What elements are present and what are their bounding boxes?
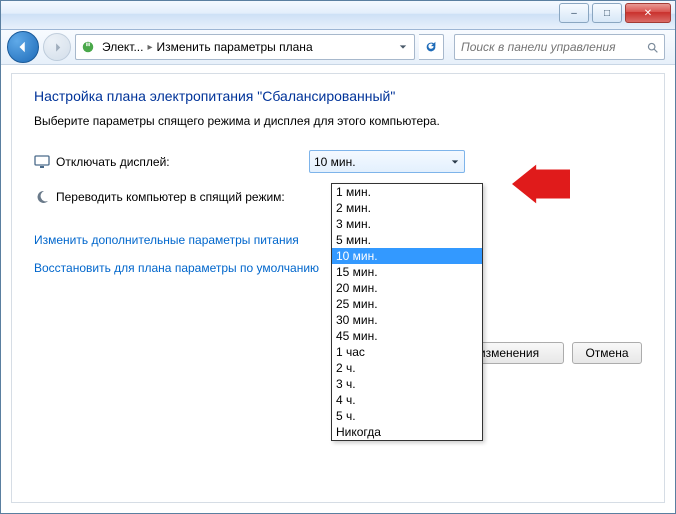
titlebar: – □ ✕ xyxy=(1,1,675,30)
annotation-red-arrow xyxy=(512,164,570,207)
cancel-button[interactable]: Отмена xyxy=(572,342,642,364)
chevron-down-icon xyxy=(451,158,459,166)
chevron-down-icon xyxy=(399,43,407,51)
address-dropdown-button[interactable] xyxy=(396,36,410,58)
address-bar[interactable]: Элект... ▸ Изменить параметры плана xyxy=(75,34,415,60)
dropdown-option[interactable]: 4 ч. xyxy=(332,392,482,408)
power-plug-icon xyxy=(80,39,96,55)
navigation-bar: Элект... ▸ Изменить параметры плана xyxy=(1,30,675,65)
dropdown-option[interactable]: 2 мин. xyxy=(332,200,482,216)
dropdown-option[interactable]: 15 мин. xyxy=(332,264,482,280)
dropdown-option[interactable]: 3 ч. xyxy=(332,376,482,392)
arrow-right-icon xyxy=(52,42,63,53)
label-display-off: Отключать дисплей: xyxy=(34,154,309,170)
maximize-button[interactable]: □ xyxy=(592,3,622,23)
page-title: Настройка плана электропитания "Сбаланси… xyxy=(34,88,642,104)
dropdown-option[interactable]: Никогда xyxy=(332,424,482,440)
dropdown-option[interactable]: 5 мин. xyxy=(332,232,482,248)
minimize-icon: – xyxy=(571,8,577,19)
refresh-button[interactable] xyxy=(419,34,444,60)
content-panel: Настройка плана электропитания "Сбаланси… xyxy=(11,73,665,503)
dropdown-option[interactable]: 2 ч. xyxy=(332,360,482,376)
back-button[interactable] xyxy=(7,31,39,63)
monitor-icon xyxy=(34,154,50,170)
close-button[interactable]: ✕ xyxy=(625,3,671,23)
window-frame: – □ ✕ Элект... ▸ Изменить параметры план… xyxy=(0,0,676,514)
dropdown-option[interactable]: 3 мин. xyxy=(332,216,482,232)
dropdown-option[interactable]: 5 ч. xyxy=(332,408,482,424)
breadcrumb-2[interactable]: Изменить параметры плана xyxy=(157,40,313,54)
dropdown-option[interactable]: 30 мин. xyxy=(332,312,482,328)
search-input[interactable] xyxy=(459,39,645,55)
caption-buttons: – □ ✕ xyxy=(559,3,671,23)
arrow-left-icon xyxy=(16,40,30,54)
display-timeout-combobox[interactable]: 10 мин. xyxy=(309,150,465,173)
label-sleep-text: Переводить компьютер в спящий режим: xyxy=(56,190,285,204)
search-icon xyxy=(645,41,660,54)
close-icon: ✕ xyxy=(644,8,652,19)
breadcrumb-separator: ▸ xyxy=(147,42,152,53)
search-box[interactable] xyxy=(454,34,665,60)
page-subtitle: Выберите параметры спящего режима и дисп… xyxy=(34,114,642,128)
label-sleep: Переводить компьютер в спящий режим: xyxy=(34,189,309,205)
display-timeout-dropdown-list[interactable]: 1 мин.2 мин.3 мин.5 мин.10 мин.15 мин.20… xyxy=(331,183,483,441)
display-timeout-value: 10 мин. xyxy=(314,155,446,169)
label-display-off-text: Отключать дисплей: xyxy=(56,155,170,169)
dropdown-option[interactable]: 1 час xyxy=(332,344,482,360)
maximize-icon: □ xyxy=(604,8,610,19)
dropdown-option[interactable]: 10 мин. xyxy=(332,248,482,264)
forward-button[interactable] xyxy=(43,33,71,61)
dropdown-option[interactable]: 25 мин. xyxy=(332,296,482,312)
moon-icon xyxy=(34,189,50,205)
dropdown-option[interactable]: 45 мин. xyxy=(332,328,482,344)
dropdown-option[interactable]: 1 мин. xyxy=(332,184,482,200)
minimize-button[interactable]: – xyxy=(559,3,589,23)
refresh-icon xyxy=(424,40,438,54)
combobox-arrow xyxy=(446,151,464,172)
dropdown-option[interactable]: 20 мин. xyxy=(332,280,482,296)
breadcrumb-1[interactable]: Элект... xyxy=(102,40,143,54)
